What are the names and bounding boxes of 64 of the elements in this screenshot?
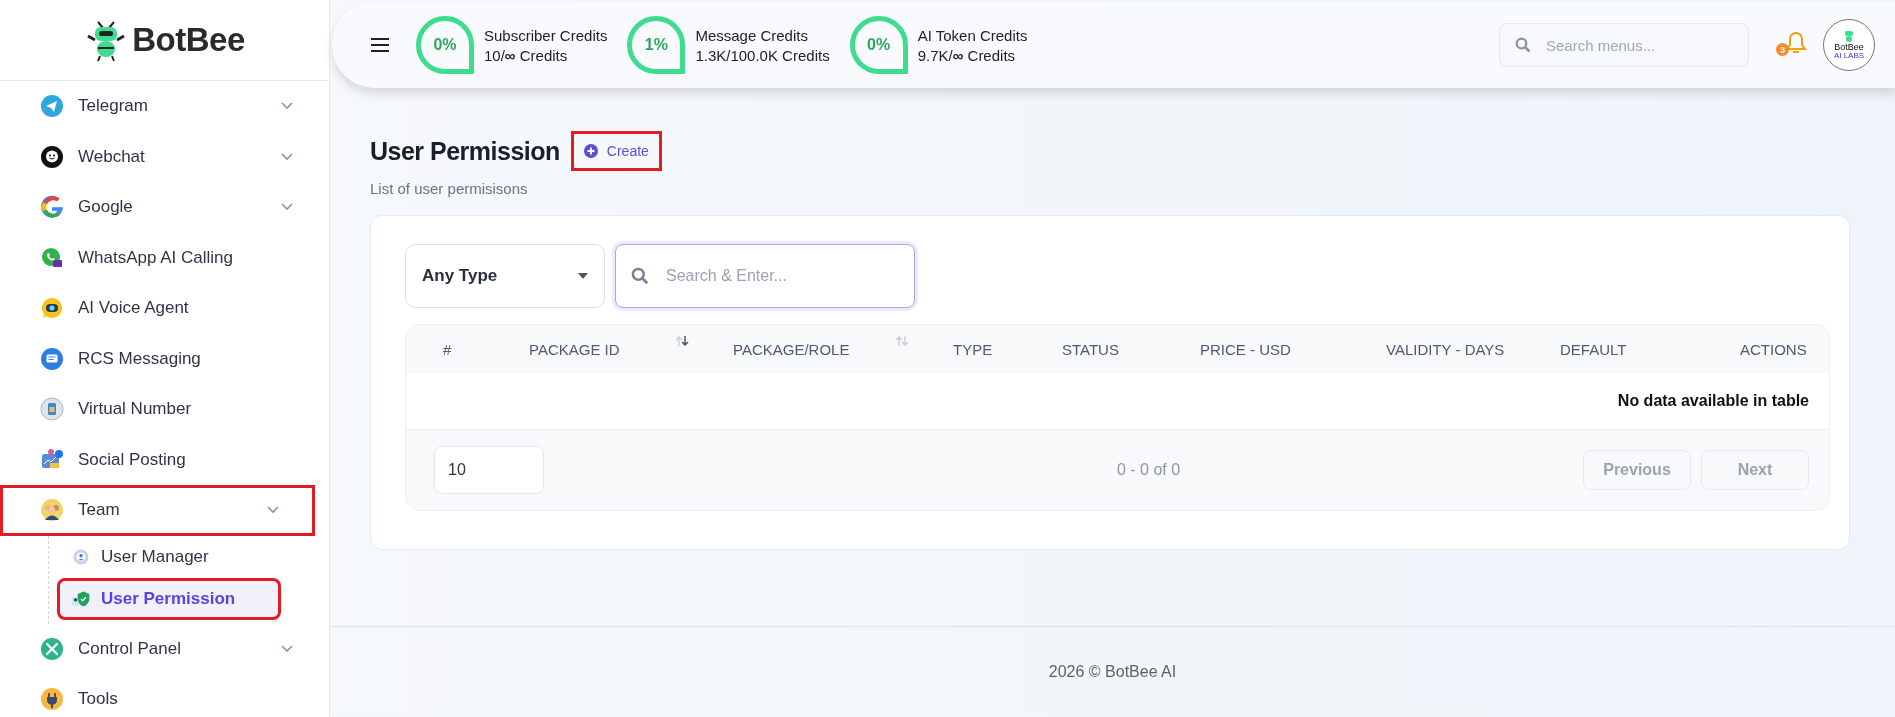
sidebar-item[interactable]: Tools xyxy=(0,674,329,717)
column-header: # xyxy=(443,340,452,358)
sidebar-subitem[interactable]: User Permission xyxy=(57,577,281,620)
empty-table-message: No data available in table xyxy=(1617,392,1809,410)
sidebar-item[interactable]: Google xyxy=(0,182,329,233)
column-header: DEFAULT xyxy=(1560,340,1627,358)
pagination-info: 0 - 0 of 0 xyxy=(1116,461,1181,478)
column-header: STATUS xyxy=(1062,340,1119,358)
sidebar-item[interactable]: AI Voice Agent xyxy=(0,283,329,334)
notification-badge: 3 xyxy=(1776,43,1789,56)
chat-bubble-icon xyxy=(40,144,64,169)
credit-amount: 10/∞ Credits xyxy=(484,46,569,64)
google-icon xyxy=(40,195,64,220)
caret-down-icon xyxy=(578,273,588,279)
page-size-select[interactable]: 10 xyxy=(434,446,544,494)
page-title: User Permission xyxy=(370,136,560,166)
sort-arrows-icon[interactable] xyxy=(675,335,689,347)
plug-icon xyxy=(40,687,64,712)
sidebar-subitem[interactable]: User Manager xyxy=(57,535,321,578)
column-header[interactable]: PACKAGE/ROLE xyxy=(733,340,850,358)
percent-badge: 0% xyxy=(849,16,908,74)
search-field[interactable]: Search & Enter... xyxy=(615,244,915,308)
sidebar-item[interactable]: WhatsApp AI Calling xyxy=(0,232,329,283)
sidebar-item[interactable]: Virtual Number xyxy=(0,384,329,435)
chevron-down-icon xyxy=(267,506,279,515)
column-header: ACTIONS xyxy=(1740,340,1807,358)
robot-logo-icon xyxy=(1843,30,1855,43)
footer-text: 2026 © BotBee AI xyxy=(1048,663,1177,681)
create-button[interactable]: Create xyxy=(573,134,659,168)
sidebar-item[interactable]: Team xyxy=(0,485,315,536)
column-header[interactable]: PACKAGE ID xyxy=(529,340,620,358)
credit-label: AI Token Credits xyxy=(917,26,1028,44)
chevron-down-icon xyxy=(281,203,293,212)
chevron-down-icon xyxy=(281,152,293,161)
credit-label: Message Credits xyxy=(695,26,809,44)
paper-plane-icon xyxy=(40,94,64,119)
phone-chat-icon xyxy=(40,245,64,270)
robot-chat-icon xyxy=(40,296,64,321)
column-header: TYPE xyxy=(953,340,993,358)
sim-chip-icon xyxy=(40,397,64,422)
column-header: PRICE - USD xyxy=(1200,340,1291,358)
page-subtitle: List of user permisisons xyxy=(370,180,529,197)
credit-amount: 1.3K/100.0K Credits xyxy=(695,46,830,64)
sidebar-item[interactable]: RCS Messaging xyxy=(0,333,329,384)
people-group-icon xyxy=(40,498,64,523)
sidebar-item[interactable]: Control Panel xyxy=(0,623,329,674)
type-dropdown[interactable]: Any Type xyxy=(405,244,605,308)
message-icon xyxy=(40,346,64,371)
chevron-down-icon xyxy=(281,102,293,111)
chevron-down-icon xyxy=(281,644,293,653)
avatar[interactable]: BotBee AI LABS xyxy=(1823,19,1875,71)
percent-badge: 0% xyxy=(416,16,474,74)
credit-label: Subscriber Credits xyxy=(484,26,608,44)
credit-amount: 9.7K/∞ Credits xyxy=(917,46,1017,64)
percent-badge: 1% xyxy=(627,16,686,74)
menu-icon[interactable] xyxy=(370,37,390,53)
brand-name: BotBee xyxy=(132,21,245,59)
sidebar-item[interactable]: Webchat xyxy=(0,131,329,182)
plus-circle-icon xyxy=(583,144,598,158)
avatar-logo-subtext: AI LABS xyxy=(1833,52,1865,60)
sidebar-item[interactable]: Telegram xyxy=(0,81,329,132)
column-header: VALIDITY - DAYS xyxy=(1386,340,1505,358)
sidebar-item[interactable]: Social Posting xyxy=(0,434,329,485)
avatar-logo-text: BotBee xyxy=(1834,43,1864,52)
